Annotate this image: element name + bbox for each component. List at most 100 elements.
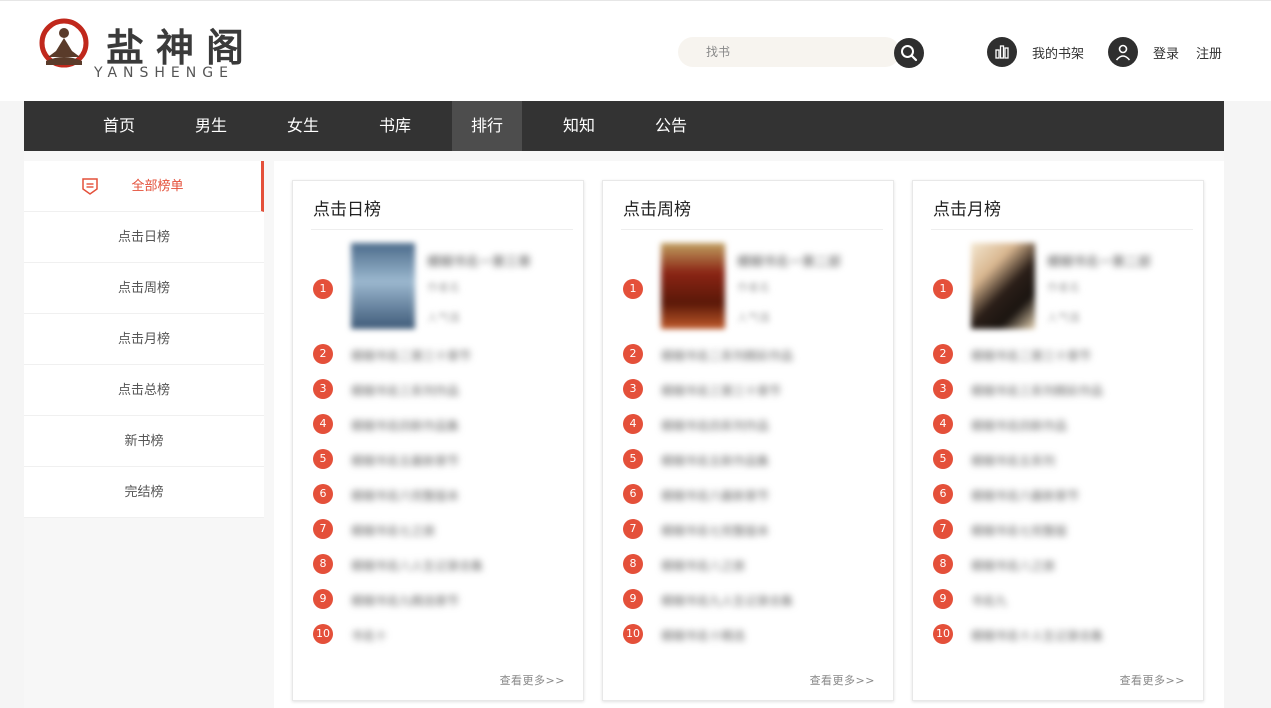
nav-item-home[interactable]: 首页 (84, 101, 154, 151)
nav-item-male[interactable]: 男生 (176, 101, 246, 151)
sidebar-item-all[interactable]: 全部榜单 (24, 161, 264, 212)
rank-badge: 5 (623, 449, 643, 469)
rank-badge: 9 (313, 589, 333, 609)
sidebar-item-monthly[interactable]: 点击月榜 (24, 314, 264, 365)
rank-badge: 2 (623, 344, 643, 364)
book-popularity: 人气值 (427, 311, 460, 324)
rank-badge: 8 (933, 554, 953, 574)
book-title[interactable]: 模糊书名五最新章节 (351, 452, 551, 469)
meditation-logo-icon (39, 18, 89, 68)
rank-badge: 1 (623, 279, 643, 299)
sidebar-item-total[interactable]: 点击总榜 (24, 365, 264, 416)
book-title[interactable]: 模糊书名八之旅 (971, 557, 1171, 574)
user-icon[interactable] (1108, 37, 1138, 67)
book-title[interactable]: 书名九 (971, 592, 1171, 609)
divider (311, 229, 573, 230)
bookshelf-icon[interactable] (987, 37, 1017, 67)
book-title[interactable]: 模糊书名十精选 (661, 627, 861, 644)
site-header: 盐神阁 YANSHENGE 我的书架 登录 注册 (0, 0, 1271, 101)
list-badge-icon (82, 178, 98, 195)
nav-item-ranking[interactable]: 排行 (452, 101, 522, 151)
nav-item-female[interactable]: 女生 (268, 101, 338, 151)
book-title[interactable]: 模糊书名五系列 (971, 452, 1171, 469)
book-title[interactable]: 模糊书名二系列精彩作品 (661, 347, 861, 364)
book-title[interactable]: 模糊书名七之旅 (351, 522, 551, 539)
book-cover[interactable] (351, 243, 415, 329)
sidebar-item-new[interactable]: 新书榜 (24, 416, 264, 467)
book-title[interactable]: 模糊书名六最新章节 (661, 487, 861, 504)
book-popularity: 人气值 (1047, 311, 1080, 324)
login-link[interactable]: 登录 (1153, 43, 1179, 62)
book-title[interactable]: 模糊书名二第三十章节 (351, 347, 551, 364)
book-title[interactable]: 模糊书名四新作品集 (351, 417, 551, 434)
search-button[interactable] (894, 38, 924, 68)
divider (931, 229, 1193, 230)
book-author: 作者名 (1047, 281, 1080, 294)
rank-badge: 1 (933, 279, 953, 299)
rank-badge: 6 (933, 484, 953, 504)
nav-item-zhizhi[interactable]: 知知 (544, 101, 614, 151)
book-title[interactable]: 模糊书名七完整版 (971, 522, 1171, 539)
book-title[interactable]: 模糊书名三系列精彩作品 (971, 382, 1171, 399)
search-input[interactable] (688, 37, 888, 67)
ranking-sidebar: 全部榜单 点击日榜 点击周榜 点击月榜 点击总榜 新书榜 完结榜 (24, 161, 264, 518)
book-title[interactable]: 模糊书名六最新章节 (971, 487, 1171, 504)
panel-title: 点击月榜 (933, 200, 1001, 220)
rank-badge: 4 (313, 414, 333, 434)
book-title[interactable]: 模糊书名一第二部 (1047, 251, 1177, 270)
nav-item-notice[interactable]: 公告 (636, 101, 706, 151)
panel-title: 点击周榜 (623, 200, 691, 220)
register-link[interactable]: 注册 (1196, 43, 1222, 62)
rank-badge: 7 (933, 519, 953, 539)
ranking-panel-weekly: 点击周榜 1 模糊书名一第二部 作者名 人气值 2 模糊书名二系列精彩作品 3 … (602, 180, 894, 701)
book-cover[interactable] (661, 243, 725, 329)
rank-badge: 3 (933, 379, 953, 399)
book-title[interactable]: 模糊书名九精选章节 (351, 592, 551, 609)
nav-item-library[interactable]: 书库 (360, 101, 430, 151)
sidebar-item-daily[interactable]: 点击日榜 (24, 212, 264, 263)
rank-badge: 6 (623, 484, 643, 504)
rank-badge: 9 (623, 589, 643, 609)
book-cover[interactable] (971, 243, 1035, 329)
book-title[interactable]: 模糊书名五新作品集 (661, 452, 861, 469)
main-nav: 首页 男生 女生 书库 排行 知知 公告 (24, 101, 1224, 151)
rank-badge: 10 (933, 624, 953, 644)
book-title[interactable]: 模糊书名九人生记录合集 (661, 592, 861, 609)
search-box (678, 37, 900, 67)
brand-title: 盐神阁 (106, 25, 257, 70)
bar-chart-icon (995, 45, 1009, 59)
book-title[interactable]: 模糊书名六完整版本 (351, 487, 551, 504)
book-title[interactable]: 模糊书名一第二部 (737, 251, 867, 270)
rank-badge: 5 (933, 449, 953, 469)
view-more-link[interactable]: 查看更多>> (500, 672, 565, 688)
book-title[interactable]: 模糊书名三系列作品 (351, 382, 551, 399)
book-title[interactable]: 模糊书名十人生记录合集 (971, 627, 1171, 644)
sidebar-item-weekly[interactable]: 点击周榜 (24, 263, 264, 314)
book-title[interactable]: 模糊书名一第三章 (427, 251, 557, 270)
ranking-panel-daily: 点击日榜 1 模糊书名一第三章 作者名 人气值 2 模糊书名二第三十章节 3 模… (292, 180, 584, 701)
divider (621, 229, 883, 230)
search-icon (901, 45, 918, 62)
panel-title: 点击日榜 (313, 200, 381, 220)
book-title[interactable]: 模糊书名四系列作品 (661, 417, 861, 434)
ranking-panel-monthly: 点击月榜 1 模糊书名一第二部 作者名 人气值 2 模糊书名二第三十章节 3 模… (912, 180, 1204, 701)
book-title[interactable]: 模糊书名四新作品 (971, 417, 1171, 434)
rank-badge: 7 (623, 519, 643, 539)
rank-badge: 4 (623, 414, 643, 434)
book-popularity: 人气值 (737, 311, 770, 324)
rank-badge: 4 (933, 414, 953, 434)
site-logo[interactable]: 盐神阁 YANSHENGE (38, 15, 278, 85)
sidebar-item-completed[interactable]: 完结榜 (24, 467, 264, 518)
person-icon (1115, 44, 1131, 61)
book-title[interactable]: 模糊书名八之旅 (661, 557, 861, 574)
view-more-link[interactable]: 查看更多>> (1120, 672, 1185, 688)
book-author: 作者名 (737, 281, 770, 294)
book-title[interactable]: 模糊书名七完整版本 (661, 522, 861, 539)
my-bookshelf-link[interactable]: 我的书架 (1032, 43, 1084, 62)
book-title[interactable]: 模糊书名八人生记录合集 (351, 557, 551, 574)
book-title[interactable]: 模糊书名二第三十章节 (971, 347, 1171, 364)
book-author: 作者名 (427, 281, 460, 294)
view-more-link[interactable]: 查看更多>> (810, 672, 875, 688)
book-title[interactable]: 模糊书名三第三十章节 (661, 382, 861, 399)
book-title[interactable]: 书名十 (351, 627, 551, 644)
